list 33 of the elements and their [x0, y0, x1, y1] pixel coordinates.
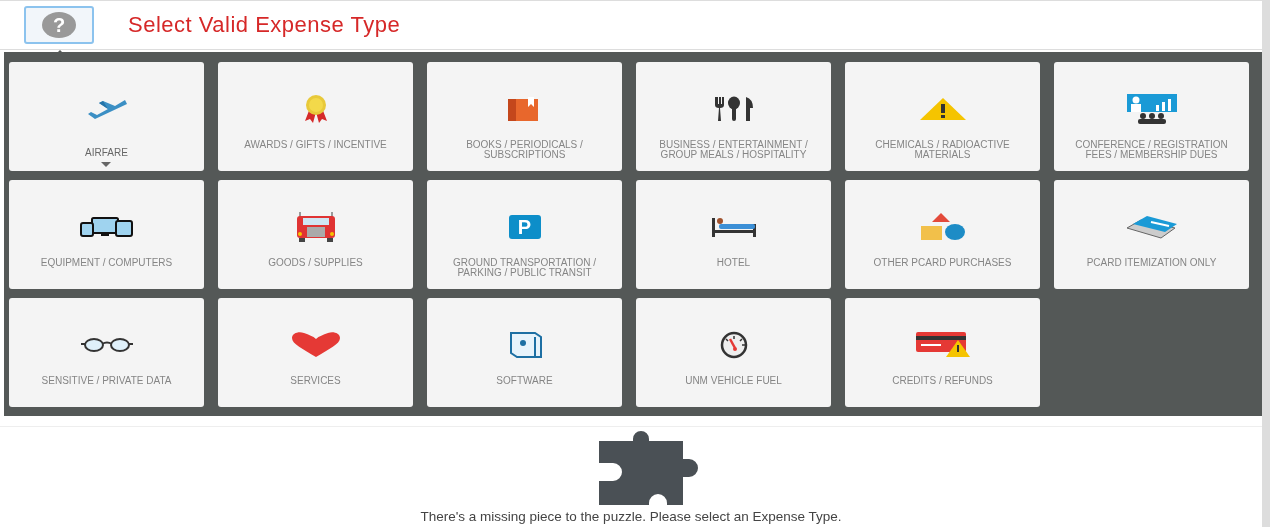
- presentation-icon: [1125, 94, 1178, 124]
- expense-type-tile[interactable]: SERVICES: [218, 298, 413, 407]
- expense-type-tile[interactable]: BOOKS / PERIODICALS / SUBSCRIPTIONS: [427, 62, 622, 171]
- card-warning-icon: [914, 332, 971, 358]
- warning-icon: [918, 97, 967, 121]
- expense-type-tile[interactable]: UNM VEHICLE FUEL: [636, 298, 831, 407]
- expense-type-tile[interactable]: CREDITS / REFUNDS: [845, 298, 1040, 407]
- parking-icon: P: [508, 215, 541, 239]
- empty-message: There's a missing piece to the puzzle. Please select an Expense Type.: [420, 509, 842, 524]
- expense-type-tile[interactable]: CHEMICALS / RADIOACTIVE MATERIALS: [845, 62, 1040, 171]
- expense-type-tile[interactable]: AWARDS / GIFTS / INCENTIVE: [218, 62, 413, 171]
- expense-type-tile[interactable]: AIRFARE: [9, 62, 204, 171]
- cards-icon: [1124, 214, 1179, 240]
- expense-type-tile[interactable]: EQUIPMENT / COMPUTERS: [9, 180, 204, 289]
- expense-type-tile[interactable]: P GROUND TRANSPORTATION / PARKING / PUBLIC TRANSIT: [427, 180, 622, 289]
- expense-type-tile[interactable]: SENSITIVE / PRIVATE DATA: [9, 298, 204, 407]
- heart-icon: [290, 332, 341, 358]
- cutlery-icon: [712, 96, 755, 122]
- expense-type-tile[interactable]: GOODS / SUPPLIES: [218, 180, 413, 289]
- expense-type-tile[interactable]: PCARD ITEMIZATION ONLY: [1054, 180, 1249, 289]
- bed-icon: [710, 217, 757, 237]
- truck-icon: [294, 212, 337, 242]
- expense-type-tile[interactable]: HOTEL: [636, 180, 831, 289]
- page-title: Select Valid Expense Type: [128, 12, 401, 38]
- expense-type-tile[interactable]: SOFTWARE: [427, 298, 622, 407]
- devices-icon: [79, 217, 134, 237]
- glasses-icon: [79, 337, 134, 353]
- shapes-icon: [919, 213, 966, 241]
- expense-type-tile[interactable]: OTHER PCARD PURCHASES: [845, 180, 1040, 289]
- expense-type-tile[interactable]: BUSINESS / ENTERTAINMENT / GROUP MEALS / HOSPITALITY: [636, 62, 831, 171]
- expense-type-tile[interactable]: CONFERENCE / REGISTRATION FEES / MEMBERSHIP DUES: [1054, 62, 1249, 171]
- help-button[interactable]: ?: [24, 6, 94, 44]
- caret-icon: [101, 162, 111, 167]
